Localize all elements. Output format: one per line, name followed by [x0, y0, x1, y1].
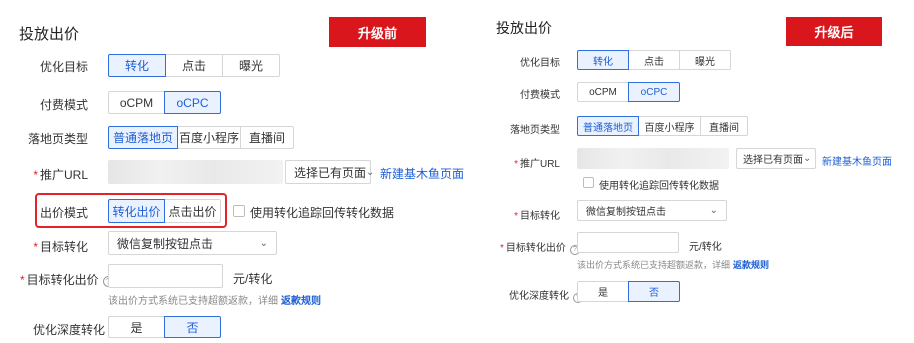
left-target-conv-label: * 目标转化	[20, 238, 88, 255]
left-refund-hint: 该出价方式系统已支持超额返款，详细 返款规则	[108, 292, 321, 307]
required-mark: *	[514, 159, 518, 170]
left-target-conv-label-text: 目标转化	[39, 240, 88, 254]
right-pay-mode-label: 付费模式	[520, 90, 560, 101]
right-refund-hint: 该出价方式系统已支持超额返款，详细 返款规则	[577, 258, 769, 271]
right-existing-page-value: 选择已有页面	[743, 155, 803, 166]
right-target-conv-value: 微信复制按钮点击	[586, 207, 666, 218]
left-bid-mode-conversion[interactable]: 转化出价	[108, 199, 165, 223]
right-pay-mode-group: oCPM oCPC	[577, 82, 680, 102]
required-mark: *	[500, 243, 504, 254]
right-opt-goal-group: 转化 点击 曝光	[577, 50, 731, 70]
right-landing-type-group: 普通落地页 百度小程序 直播间	[577, 116, 748, 136]
right-target-bid-unit: 元/转化	[689, 242, 722, 253]
right-deep-conv-no[interactable]: 否	[628, 281, 680, 302]
right-badge-after: 升级后	[786, 17, 882, 46]
right-landing-live[interactable]: 直播间	[700, 116, 748, 136]
left-deep-conv-yes[interactable]: 是	[108, 316, 165, 338]
left-tracking-checkbox[interactable]	[233, 205, 245, 217]
right-deep-conv-yes[interactable]: 是	[577, 281, 629, 302]
left-landing-type-label: 落地页类型	[27, 132, 88, 146]
left-target-conv-select[interactable]: 微信复制按钮点击 ⌄	[108, 231, 277, 255]
chevron-down-icon: ⌄	[366, 166, 375, 178]
right-target-conv-label-text: 目标转化	[520, 211, 560, 222]
left-target-bid-unit: 元/转化	[233, 272, 273, 286]
required-mark: *	[33, 240, 38, 254]
left-deep-conv-label: 优化深度转化	[33, 323, 106, 337]
left-target-bid-input[interactable]	[108, 264, 223, 288]
required-mark: *	[33, 168, 38, 182]
left-pay-mode-label: 付费模式	[39, 98, 88, 112]
left-landing-normal[interactable]: 普通落地页	[108, 126, 178, 149]
right-target-conv-select[interactable]: 微信复制按钮点击 ⌄	[577, 200, 727, 221]
left-bid-mode-label: 出价模式	[39, 206, 88, 220]
right-tracking-checkbox[interactable]	[583, 177, 594, 188]
right-panel-title: 投放出价	[496, 20, 552, 36]
right-target-bid-label-text: 目标转化出价	[505, 243, 566, 254]
chevron-down-icon: ⌄	[259, 237, 268, 249]
left-pay-mode-group: oCPM oCPC	[108, 91, 221, 114]
right-new-page-link[interactable]: 新建基木鱼页面	[822, 153, 892, 168]
right-opt-goal-click[interactable]: 点击	[628, 50, 680, 70]
right-refund-rules-link[interactable]: 返款规则	[733, 260, 769, 270]
right-target-conv-label: * 目标转化	[500, 207, 560, 222]
left-target-conv-value: 微信复制按钮点击	[117, 236, 214, 251]
left-existing-page-value: 选择已有页面	[294, 165, 367, 180]
left-tracking-checkbox-label: 使用转化追踪回传转化数据	[250, 206, 395, 220]
left-pay-mode-ocpc[interactable]: oCPC	[164, 91, 221, 114]
left-badge-before: 升级前	[329, 17, 426, 47]
right-promo-url-input[interactable]	[577, 148, 729, 169]
right-landing-type-label: 落地页类型	[510, 125, 560, 136]
right-deep-conv-label: 优化深度转化?	[509, 287, 583, 303]
right-pay-mode-ocpm[interactable]: oCPM	[577, 82, 629, 102]
left-opt-goal-conversion[interactable]: 转化	[108, 54, 166, 77]
right-landing-miniprogram[interactable]: 百度小程序	[638, 116, 701, 136]
left-new-page-link[interactable]: 新建基木鱼页面	[380, 165, 464, 182]
right-opt-goal-label: 优化目标	[520, 58, 560, 69]
right-pay-mode-ocpc[interactable]: oCPC	[628, 82, 680, 102]
right-target-bid-input[interactable]	[577, 232, 679, 253]
left-promo-url-input[interactable]	[108, 160, 283, 184]
left-bid-mode-click[interactable]: 点击出价	[164, 199, 221, 223]
right-deep-conv-label-text: 优化深度转化	[509, 291, 569, 302]
left-bid-mode-group: 转化出价 点击出价	[108, 199, 221, 223]
left-promo-url-label: * 推广URL	[20, 166, 88, 183]
left-landing-live[interactable]: 直播间	[240, 126, 294, 149]
left-panel-title: 投放出价	[19, 26, 80, 43]
left-opt-goal-label: 优化目标	[39, 60, 88, 74]
right-refund-hint-text: 该出价方式系统已支持超额返款，详细	[577, 260, 731, 270]
left-landing-type-group: 普通落地页 百度小程序 直播间	[108, 126, 294, 149]
chevron-down-icon: ⌄	[803, 153, 812, 164]
right-promo-url-label-text: 推广URL	[519, 159, 560, 170]
left-opt-goal-click[interactable]: 点击	[165, 54, 223, 77]
left-opt-goal-impression[interactable]: 曝光	[222, 54, 280, 77]
left-landing-miniprogram[interactable]: 百度小程序	[177, 126, 241, 149]
required-mark: *	[20, 273, 25, 287]
left-opt-goal-group: 转化 点击 曝光	[108, 54, 280, 77]
right-opt-goal-impression[interactable]: 曝光	[679, 50, 731, 70]
left-promo-url-label-text: 推广URL	[39, 168, 88, 182]
right-tracking-checkbox-label: 使用转化追踪回传转化数据	[599, 181, 719, 192]
left-refund-rules-link[interactable]: 返款规则	[281, 296, 321, 307]
right-deep-conv-group: 是 否	[577, 281, 680, 302]
left-deep-conv-group: 是 否	[108, 316, 221, 338]
required-mark: *	[514, 211, 518, 222]
right-opt-goal-conversion[interactable]: 转化	[577, 50, 629, 70]
left-target-bid-label: *目标转化出价?	[20, 271, 114, 288]
chevron-down-icon: ⌄	[709, 205, 718, 216]
left-target-bid-label-text: 目标转化出价	[26, 273, 99, 287]
left-refund-hint-text: 该出价方式系统已支持超额返款，详细	[108, 296, 278, 307]
left-deep-conv-no[interactable]: 否	[164, 316, 221, 338]
right-target-bid-label: * 目标转化出价?	[500, 239, 580, 255]
left-existing-page-select[interactable]: 选择已有页面 ⌄	[285, 160, 375, 184]
right-promo-url-label: * 推广URL	[500, 155, 560, 170]
right-existing-page-select[interactable]: 选择已有页面 ⌄	[736, 148, 816, 169]
left-pay-mode-ocpm[interactable]: oCPM	[108, 91, 165, 114]
right-landing-normal[interactable]: 普通落地页	[577, 116, 639, 136]
